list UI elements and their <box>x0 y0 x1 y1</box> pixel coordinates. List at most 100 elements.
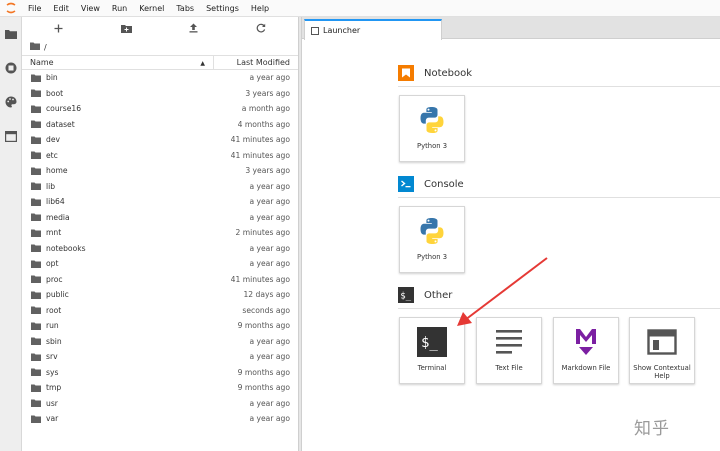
folder-icon <box>31 384 41 392</box>
section-divider <box>398 197 720 198</box>
refresh-icon[interactable] <box>254 21 268 35</box>
file-row[interactable]: lib64 a year ago <box>22 194 298 210</box>
folder-icon <box>31 275 41 284</box>
menu-run[interactable]: Run <box>106 0 133 17</box>
file-row[interactable]: etc 41 minutes ago <box>22 148 298 164</box>
file-modified: 41 minutes ago <box>230 135 290 145</box>
file-name: run <box>46 321 59 331</box>
jupyter-logo-icon <box>0 0 22 17</box>
file-row[interactable]: home 3 years ago <box>22 163 298 179</box>
menu-help[interactable]: Help <box>245 0 275 17</box>
breadcrumb-path[interactable]: / <box>44 43 47 52</box>
column-header-name[interactable]: Name ▲ <box>22 56 214 69</box>
file-row[interactable]: public 12 days ago <box>22 287 298 303</box>
file-name: public <box>46 290 69 300</box>
file-row[interactable]: opt a year ago <box>22 256 298 272</box>
file-modified: a year ago <box>249 259 290 269</box>
root-folder-icon[interactable] <box>30 42 40 52</box>
file-row[interactable]: mnt 2 minutes ago <box>22 225 298 241</box>
file-name: course16 <box>46 104 82 114</box>
file-browser-toolbar <box>22 17 298 39</box>
file-list: bin a year ago boot 3 years ago course16 a mo… <box>22 70 298 427</box>
folder-icon <box>31 260 41 268</box>
card-label: Terminal <box>417 364 447 372</box>
file-name: dataset <box>46 119 75 129</box>
folder-icon[interactable] <box>4 27 18 41</box>
main-area: Launcher Notebook Python 3 Console Pytho… <box>302 17 720 451</box>
file-row[interactable]: notebooks a year ago <box>22 241 298 257</box>
tabs-icon[interactable] <box>4 129 18 143</box>
folder-icon <box>31 182 41 191</box>
section-console: Console <box>398 176 464 192</box>
file-name: media <box>46 212 70 222</box>
file-modified: a year ago <box>249 414 290 424</box>
file-row[interactable]: root seconds ago <box>22 303 298 319</box>
folder-icon <box>31 415 41 423</box>
card-notebook-python3[interactable]: Python 3 <box>399 95 465 162</box>
file-row[interactable]: dev 41 minutes ago <box>22 132 298 148</box>
file-name: var <box>46 414 59 424</box>
file-modified: a year ago <box>249 181 290 191</box>
file-modified: a year ago <box>249 398 290 408</box>
file-modified: 41 minutes ago <box>230 274 290 284</box>
column-header-last-modified[interactable]: Last Modified <box>214 58 298 67</box>
menu-kernel[interactable]: Kernel <box>133 0 170 17</box>
file-row[interactable]: sbin a year ago <box>22 334 298 350</box>
card-text-file[interactable]: Text File <box>476 317 542 384</box>
menu-edit[interactable]: Edit <box>47 0 75 17</box>
palette-icon[interactable] <box>4 95 18 109</box>
folder-icon <box>31 151 41 160</box>
menu-file[interactable]: File <box>22 0 47 17</box>
file-name: notebooks <box>46 243 86 253</box>
file-row[interactable]: srv a year ago <box>22 349 298 365</box>
folder-icon <box>31 74 41 82</box>
card-terminal[interactable]: $_ Terminal <box>399 317 465 384</box>
new-folder-icon[interactable] <box>119 21 133 35</box>
file-row[interactable]: var a year ago <box>22 411 298 427</box>
file-modified: a year ago <box>249 352 290 362</box>
file-row[interactable]: run 9 months ago <box>22 318 298 334</box>
markdown-icon <box>570 326 602 358</box>
card-markdown-file[interactable]: Markdown File <box>553 317 619 384</box>
upload-icon[interactable] <box>186 21 200 35</box>
tab-launcher[interactable]: Launcher <box>304 19 442 40</box>
svg-text:$_: $_ <box>421 335 438 351</box>
menu-settings[interactable]: Settings <box>200 0 245 17</box>
file-row[interactable]: lib a year ago <box>22 179 298 195</box>
file-name: lib <box>46 181 56 191</box>
card-console-python3[interactable]: Python 3 <box>399 206 465 273</box>
file-row[interactable]: media a year ago <box>22 210 298 226</box>
section-divider <box>398 308 720 309</box>
file-row[interactable]: tmp 9 months ago <box>22 380 298 396</box>
file-row[interactable]: course16 a month ago <box>22 101 298 117</box>
file-name: tmp <box>46 383 62 393</box>
card-contextual-help[interactable]: Show Contextual Help <box>629 317 695 384</box>
running-sessions-icon[interactable] <box>4 61 18 75</box>
menu-view[interactable]: View <box>75 0 106 17</box>
file-row[interactable]: sys 9 months ago <box>22 365 298 381</box>
file-modified: 3 years ago <box>245 166 290 176</box>
file-modified: a year ago <box>249 243 290 253</box>
file-row[interactable]: usr a year ago <box>22 396 298 412</box>
tab-bar: Launcher <box>302 17 720 40</box>
file-modified: 9 months ago <box>237 321 290 331</box>
file-modified: 2 minutes ago <box>235 228 290 238</box>
menu-tabs[interactable]: Tabs <box>170 0 200 17</box>
file-modified: 41 minutes ago <box>230 150 290 160</box>
terminal-section-icon: $_ <box>398 287 414 303</box>
folder-icon <box>31 89 41 98</box>
new-launcher-icon[interactable] <box>51 21 65 35</box>
menu-bar: File Edit View Run Kernel Tabs Settings … <box>0 0 720 17</box>
python-logo-icon <box>416 215 448 247</box>
folder-icon <box>31 244 41 253</box>
folder-icon <box>31 105 41 113</box>
card-label: Python 3 <box>416 253 448 261</box>
folder-icon <box>31 399 41 408</box>
file-row[interactable]: bin a year ago <box>22 70 298 86</box>
file-row[interactable]: dataset 4 months ago <box>22 117 298 133</box>
file-row[interactable]: boot 3 years ago <box>22 86 298 102</box>
file-row[interactable]: proc 41 minutes ago <box>22 272 298 288</box>
file-browser: / Name ▲ Last Modified bin a year ago boot… <box>22 17 298 451</box>
file-modified: a year ago <box>249 212 290 222</box>
file-modified: 12 days ago <box>243 290 290 300</box>
